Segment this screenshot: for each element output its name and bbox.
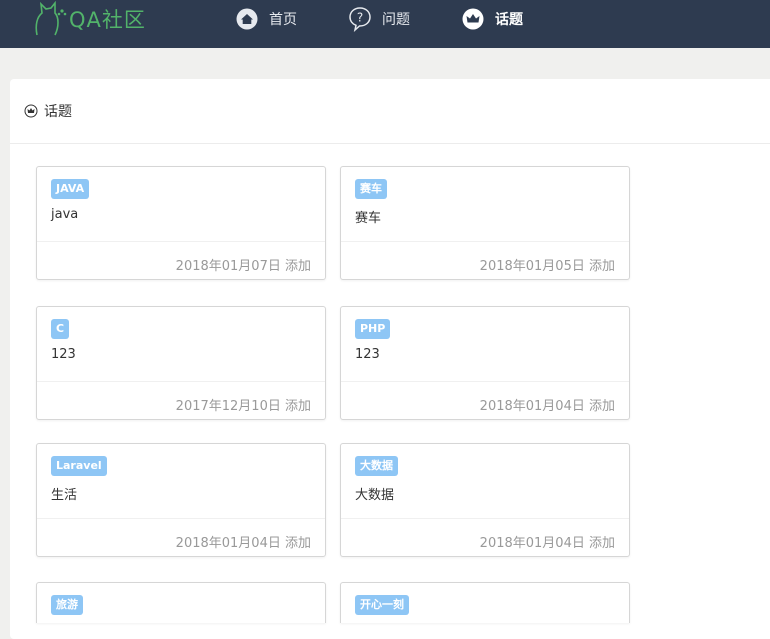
topic-meta: 2018年01月04日 添加 — [176, 532, 311, 551]
card-divider — [341, 518, 629, 519]
svg-text:?: ? — [357, 11, 363, 25]
card-divider — [37, 518, 325, 519]
topic-action: 添加 — [588, 536, 615, 551]
topic-tag[interactable]: 赛车 — [355, 179, 387, 199]
nav-questions[interactable]: ? 问题 — [348, 4, 410, 34]
home-icon — [235, 7, 259, 31]
topic-action: 添加 — [284, 536, 311, 551]
nav-home-label: 首页 — [269, 12, 297, 28]
top-navbar: QA社区 首页 ? 问题 话题 — [0, 0, 770, 48]
topic-card[interactable]: 赛车 赛车 2018年01月05日 添加 — [340, 166, 630, 280]
topic-card[interactable]: Laravel 生活 2018年01月04日 添加 — [36, 443, 326, 557]
topic-action: 添加 — [588, 259, 615, 274]
topic-description: 123 — [355, 347, 380, 362]
topic-description: 赛车 — [355, 211, 382, 226]
topic-description: java — [51, 207, 79, 222]
topic-meta: 2017年12月10日 添加 — [176, 395, 311, 414]
page-title: 话题 — [44, 104, 72, 120]
topic-meta: 2018年01月04日 添加 — [480, 395, 615, 414]
topic-date: 2017年12月10日 — [175, 399, 281, 414]
topic-date: 2018年01月04日 — [479, 536, 585, 551]
nav-home[interactable]: 首页 — [235, 4, 297, 34]
cat-logo-icon — [35, 1, 67, 36]
card-divider — [37, 241, 325, 242]
topic-action: 添加 — [284, 399, 311, 414]
topic-card[interactable]: 大数据 大数据 2018年01月04日 添加 — [340, 443, 630, 557]
crown-icon — [461, 7, 485, 31]
card-divider — [341, 381, 629, 382]
topic-tag[interactable]: C — [51, 319, 70, 339]
topic-card[interactable]: 旅游 — [36, 582, 326, 623]
topic-meta: 2018年01月04日 添加 — [480, 532, 615, 551]
topic-description: 123 — [51, 347, 76, 362]
nav-questions-label: 问题 — [382, 12, 410, 28]
topic-date: 2018年01月05日 — [479, 259, 585, 274]
card-divider — [37, 381, 325, 382]
topic-meta: 2018年01月05日 添加 — [480, 255, 615, 274]
topic-card[interactable]: C 123 2017年12月10日 添加 — [36, 306, 326, 420]
topic-action: 添加 — [284, 259, 311, 274]
card-divider — [341, 241, 629, 242]
topic-tag[interactable]: PHP — [355, 319, 391, 339]
topic-date: 2018年01月04日 — [479, 399, 585, 414]
topic-action: 添加 — [588, 399, 615, 414]
topic-tag[interactable]: 开心一刻 — [355, 595, 409, 615]
question-icon: ? — [348, 6, 372, 32]
brand-name: QA社区 — [69, 8, 146, 32]
topic-tag[interactable]: 旅游 — [51, 595, 83, 615]
nav-topics[interactable]: 话题 — [461, 4, 523, 34]
topic-card[interactable]: JAVA java 2018年01月07日 添加 — [36, 166, 326, 280]
topic-tag[interactable]: 大数据 — [355, 456, 398, 476]
topic-description: 大数据 — [355, 488, 395, 503]
brand-logo[interactable]: QA社区 — [33, 0, 146, 38]
topic-date: 2018年01月07日 — [175, 259, 281, 274]
topic-description: 生活 — [51, 488, 78, 503]
nav-topics-label: 话题 — [495, 12, 523, 28]
topic-tag[interactable]: JAVA — [51, 179, 90, 199]
crown-icon — [24, 104, 38, 118]
topic-meta: 2018年01月07日 添加 — [176, 255, 311, 274]
topic-card[interactable]: PHP 123 2018年01月04日 添加 — [340, 306, 630, 420]
topic-card[interactable]: 开心一刻 — [340, 582, 630, 623]
panel-header: 话题 — [10, 79, 770, 144]
topic-date: 2018年01月04日 — [175, 536, 281, 551]
topic-tag[interactable]: Laravel — [51, 456, 107, 476]
